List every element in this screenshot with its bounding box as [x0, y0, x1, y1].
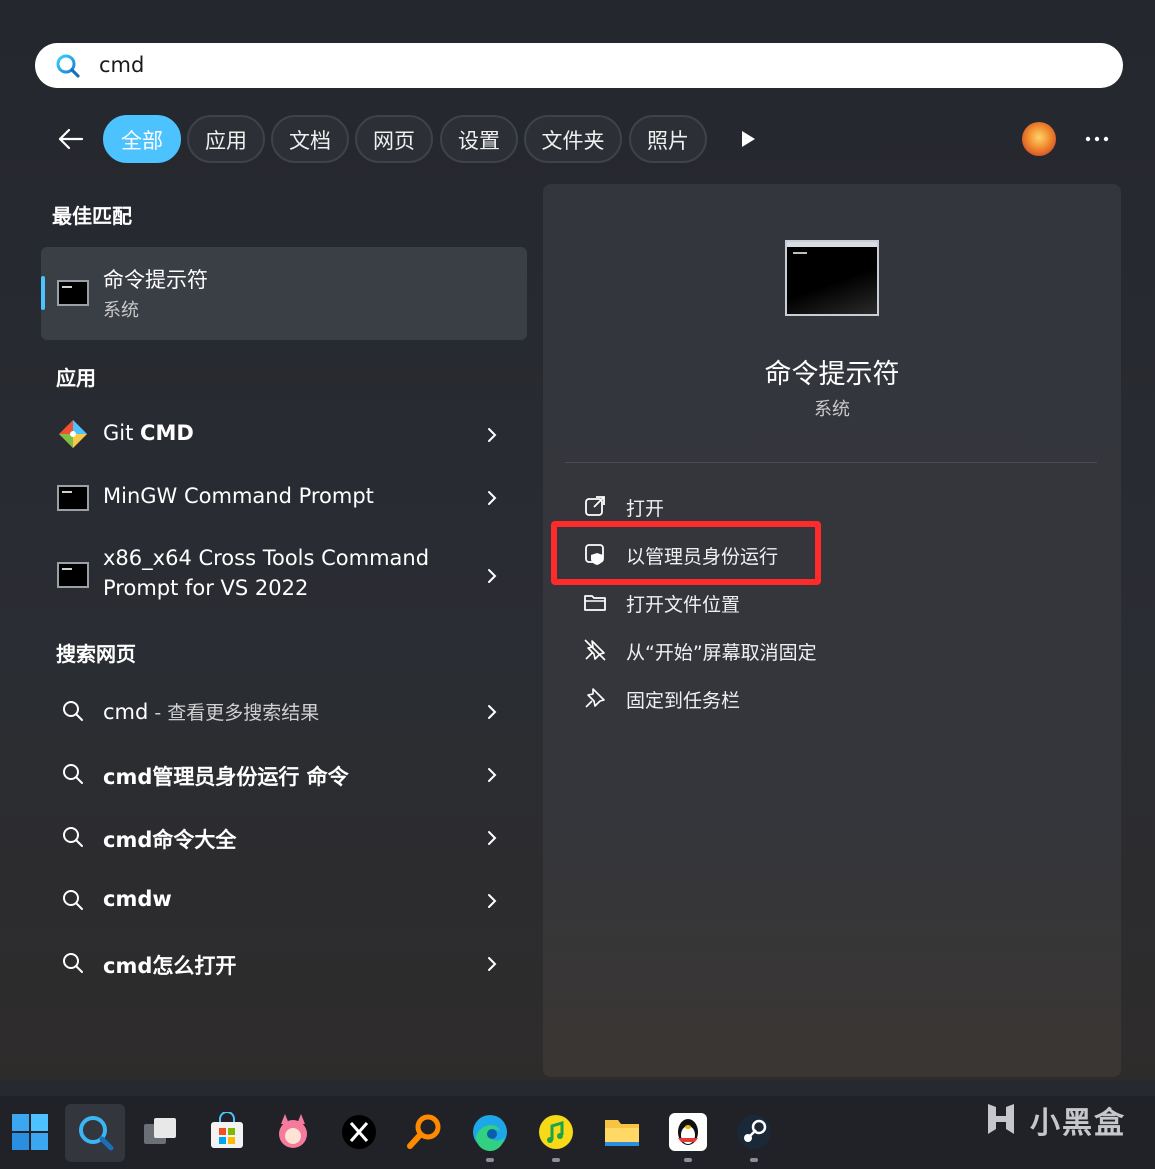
- avatar[interactable]: [1022, 122, 1056, 156]
- best-match-subtitle: 系统: [103, 300, 139, 321]
- windows-start-icon[interactable]: [10, 1112, 50, 1152]
- selection-indicator: [41, 276, 45, 310]
- steam-icon[interactable]: [734, 1112, 774, 1152]
- app-result-mingw[interactable]: MinGW Command Prompt: [41, 467, 527, 527]
- app-title-bold: CMD: [140, 421, 194, 445]
- search-icon: [63, 890, 83, 910]
- search-icon: [63, 953, 83, 973]
- task-view-icon[interactable]: [140, 1112, 180, 1152]
- back-arrow-icon[interactable]: [54, 122, 88, 156]
- folder-icon: [584, 595, 606, 611]
- chevron-right-icon[interactable]: [485, 488, 499, 508]
- anime-app-icon[interactable]: [273, 1112, 313, 1152]
- command-prompt-icon: [57, 280, 89, 306]
- action-open-file-location[interactable]: 打开文件位置: [563, 582, 893, 622]
- pin-icon: [585, 688, 605, 708]
- best-match-heading: 最佳匹配: [52, 204, 132, 228]
- command-prompt-icon: [57, 485, 89, 511]
- app-title-prefix: Git: [103, 421, 141, 445]
- search-icon: [63, 827, 83, 847]
- filter-web[interactable]: 网页: [355, 115, 433, 163]
- action-pin-taskbar-label: 固定到任务栏: [626, 690, 741, 712]
- search-icon: [56, 54, 80, 78]
- detail-pane: 命令提示符 系统 打开 以管理员身份运行 打开文件位置 从“开始”屏幕取消固定 …: [543, 184, 1121, 1077]
- open-external-icon: [585, 496, 605, 516]
- edge-icon[interactable]: [470, 1112, 510, 1152]
- search-input[interactable]: cmd: [99, 43, 144, 88]
- action-open[interactable]: 打开: [563, 486, 893, 526]
- more-options-icon[interactable]: [1082, 124, 1112, 154]
- search-icon: [63, 764, 83, 784]
- annotation-highlight-box: [551, 521, 821, 585]
- running-indicator: [684, 1158, 692, 1162]
- x-icon[interactable]: [339, 1112, 379, 1152]
- app-title-git-cmd: Git CMD: [103, 421, 194, 445]
- filter-all[interactable]: 全部: [103, 115, 181, 163]
- web-result-item[interactable]: cmd命令大全: [41, 807, 527, 867]
- detail-title: 命令提示符: [764, 359, 900, 390]
- action-unpin-start-label: 从“开始”屏幕取消固定: [626, 642, 817, 664]
- command-prompt-large-icon: [785, 240, 879, 316]
- filter-documents[interactable]: 文档: [271, 115, 349, 163]
- web-result-hint: - 查看更多搜索结果: [148, 702, 320, 724]
- chevron-right-icon[interactable]: [485, 954, 499, 974]
- filter-settings[interactable]: 设置: [440, 115, 518, 163]
- detail-subtitle: 系统: [814, 399, 850, 420]
- web-result-text: cmdw: [103, 887, 172, 911]
- app-title-line2: Prompt for VS 2022: [103, 576, 309, 600]
- action-unpin-start[interactable]: 从“开始”屏幕取消固定: [563, 630, 893, 670]
- chevron-right-icon[interactable]: [485, 891, 499, 911]
- action-pin-taskbar[interactable]: 固定到任务栏: [563, 678, 893, 718]
- search-icon[interactable]: [75, 1112, 115, 1152]
- web-result-query: cmd: [103, 700, 149, 724]
- web-result-text: cmd命令大全: [103, 828, 237, 852]
- chevron-right-icon[interactable]: [485, 566, 499, 586]
- web-result-item[interactable]: cmd管理员身份运行 命令: [41, 744, 527, 804]
- app-title-line1: x86_x64 Cross Tools Command: [103, 546, 430, 570]
- web-result-item[interactable]: cmd - 查看更多搜索结果: [41, 681, 527, 741]
- web-result-text: cmd怎么打开: [103, 954, 237, 978]
- filter-apps[interactable]: 应用: [187, 115, 265, 163]
- action-open-file-location-label: 打开文件位置: [626, 594, 741, 616]
- best-match-title: 命令提示符: [103, 268, 208, 292]
- best-match-card[interactable]: 命令提示符 系统: [41, 247, 527, 340]
- filter-photos[interactable]: 照片: [629, 115, 707, 163]
- file-explorer-icon[interactable]: [602, 1112, 642, 1152]
- running-indicator: [750, 1158, 758, 1162]
- web-result-text: cmd管理员身份运行 命令: [103, 765, 349, 789]
- app-result-vs-cross-tools[interactable]: x86_x64 Cross Tools Command Prompt for V…: [41, 536, 527, 616]
- action-open-label: 打开: [626, 498, 665, 520]
- store-icon[interactable]: [207, 1112, 247, 1152]
- magnifier-app-icon[interactable]: [405, 1112, 445, 1152]
- command-prompt-icon: [57, 562, 89, 588]
- music-app-icon[interactable]: [536, 1112, 576, 1152]
- app-title-mingw: MinGW Command Prompt: [103, 484, 374, 508]
- unpin-icon: [584, 639, 606, 661]
- apps-heading: 应用: [56, 366, 96, 390]
- running-indicator: [486, 1158, 494, 1162]
- web-search-heading: 搜索网页: [56, 642, 136, 666]
- watermark-text: 小黑盒: [1030, 1106, 1126, 1141]
- git-icon: [59, 420, 87, 448]
- watermark-logo-icon: [988, 1104, 1014, 1134]
- search-icon: [63, 701, 83, 721]
- qq-icon[interactable]: [668, 1112, 708, 1152]
- divider: [565, 462, 1097, 463]
- more-filters-play-icon[interactable]: [738, 128, 758, 150]
- chevron-right-icon[interactable]: [485, 702, 499, 722]
- chevron-right-icon[interactable]: [485, 765, 499, 785]
- web-result-item[interactable]: cmdw: [41, 870, 527, 930]
- chevron-right-icon[interactable]: [485, 425, 499, 445]
- running-indicator: [552, 1158, 560, 1162]
- app-result-git-cmd[interactable]: Git CMD: [41, 404, 527, 464]
- filter-folders[interactable]: 文件夹: [524, 115, 622, 163]
- search-box[interactable]: cmd: [35, 43, 1123, 88]
- web-result-text: cmd - 查看更多搜索结果: [103, 698, 319, 725]
- web-result-item[interactable]: cmd怎么打开: [41, 933, 527, 993]
- chevron-right-icon[interactable]: [485, 828, 499, 848]
